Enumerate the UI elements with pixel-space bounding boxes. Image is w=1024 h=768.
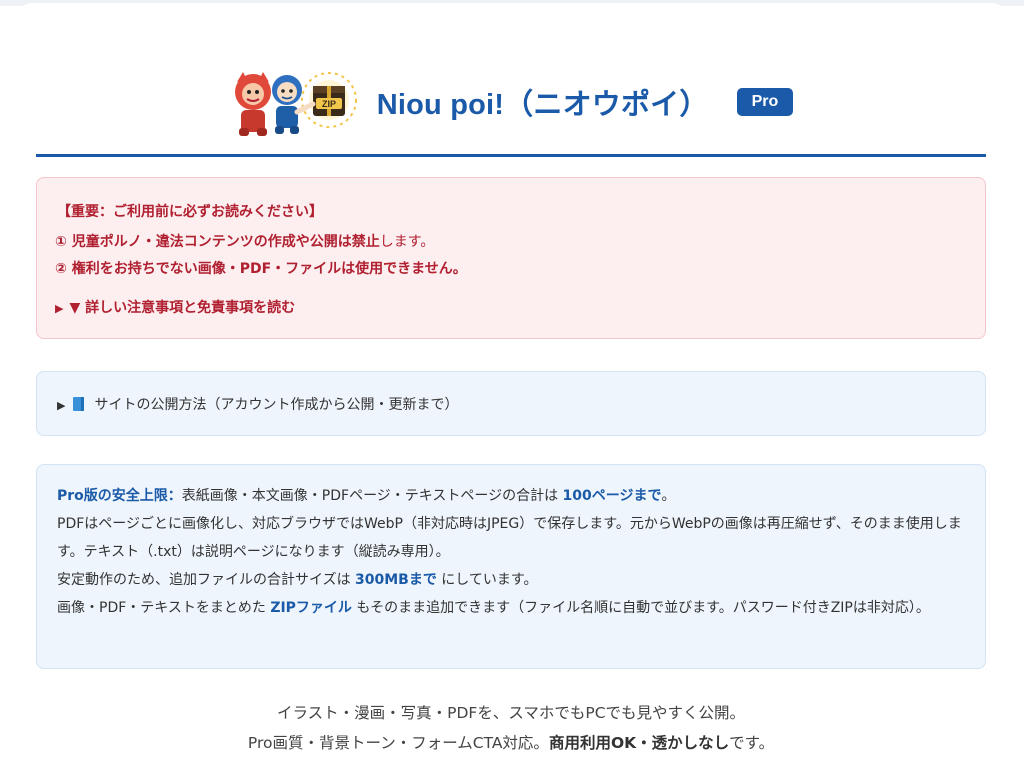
info-size-limit: 安定動作のため、追加ファイルの合計サイズは 300MBまで にしています。 <box>57 566 969 594</box>
pro-limits-info-box: Pro版の安全上限：表紙画像・本文画像・PDFページ・テキストページの合計は 1… <box>36 464 986 669</box>
warning-details-label: ▼ 詳しい注意事項と免責事項を読む <box>69 300 296 316</box>
publish-guide-toggle[interactable]: ▶ サイトの公開方法（アカウント作成から公開・更新まで） <box>36 371 986 436</box>
publish-guide-summary: ▶ サイトの公開方法（アカウント作成から公開・更新まで） <box>57 394 458 414</box>
tagline-commercial-ok: 商用利用OK・透かしなし <box>548 734 730 752</box>
site-tagline: イラスト・漫画・写真・PDFを、スマホでもPCでも見やすく公開。 Pro画質・背… <box>36 698 986 758</box>
info-pdf-conversion: PDFはページごとに画像化し、対応ブラウザではWebP（非対応時はJPEG）で保… <box>57 516 962 560</box>
warning-heading: 【重要：ご利用前に必ずお読みください】 <box>57 204 323 220</box>
tagline-end: です。 <box>729 734 775 752</box>
warning-item-prohibited-content: ① 児童ポルノ・違法コンテンツの作成や公開は禁止します。 <box>55 231 434 251</box>
info-size-limit-end: にしています。 <box>436 572 538 588</box>
warning-item-rights: ② 権利をお持ちでない画像・PDF・ファイルは使用できません。 <box>55 261 467 277</box>
info-page-limit-end: 。 <box>661 488 676 504</box>
blue-book-icon <box>73 397 85 411</box>
info-size-limit-value: 300MBまで <box>355 572 437 588</box>
info-page-limit-text: 表紙画像・本文画像・PDFページ・テキストページの合計は <box>181 488 563 504</box>
page-top-edge <box>0 0 1024 23</box>
header-divider <box>36 154 986 157</box>
pro-limits-text: Pro版の安全上限：表紙画像・本文画像・PDFページ・テキストページの合計は 1… <box>57 482 969 622</box>
tagline-line-1: イラスト・漫画・写真・PDFを、スマホでもPCでも見やすく公開。 <box>276 704 746 722</box>
publish-guide-label: サイトの公開方法（アカウント作成から公開・更新まで） <box>94 397 459 413</box>
important-warning-box: 【重要：ご利用前に必ずお読みください】 ① 児童ポルノ・違法コンテンツの作成や公… <box>36 177 986 339</box>
info-lead: Pro版の安全上限： <box>57 488 182 504</box>
pro-badge: Pro <box>736 88 794 116</box>
info-page-limit-value: 100ページまで <box>562 488 662 504</box>
tagline-line-2: Pro画質・背景トーン・フォームCTA対応。商用利用OK・透かしなしです。 <box>36 728 986 758</box>
info-zip-text: 画像・PDF・テキストをまとめた <box>57 600 271 616</box>
site-header: ZIP Niou poi!（ニオウポイ） Pro <box>36 62 986 142</box>
mascot-zip-logo-icon[interactable]: ZIP <box>229 64 361 140</box>
info-zip-support: 画像・PDF・テキストをまとめた ZIPファイル もそのまま追加できます（ファイ… <box>57 594 969 622</box>
expand-triangle-icon: ▶ <box>57 399 66 412</box>
warning-item-1-emphasis: ① 児童ポルノ・違法コンテンツの作成や公開は禁止 <box>55 234 380 250</box>
warning-details-toggle[interactable]: ▶ ▼ 詳しい注意事項と免責事項を読む <box>55 297 295 317</box>
info-zip-label: ZIPファイル <box>270 600 352 616</box>
info-zip-end: もそのまま追加できます（ファイル名順に自動で並びます。パスワード付きZIPは非対… <box>351 600 930 616</box>
svg-text:ZIP: ZIP <box>322 99 336 109</box>
info-size-limit-text: 安定動作のため、追加ファイルの合計サイズは <box>57 572 356 588</box>
tagline-features: Pro画質・背景トーン・フォームCTA対応。 <box>247 734 549 752</box>
info-page-limit: Pro版の安全上限：表紙画像・本文画像・PDFページ・テキストページの合計は 1… <box>57 482 969 510</box>
warning-item-1-rest: します。 <box>379 234 435 250</box>
expand-triangle-icon: ▶ <box>55 302 64 315</box>
site-title: Niou poi!（ニオウポイ） <box>376 89 709 121</box>
